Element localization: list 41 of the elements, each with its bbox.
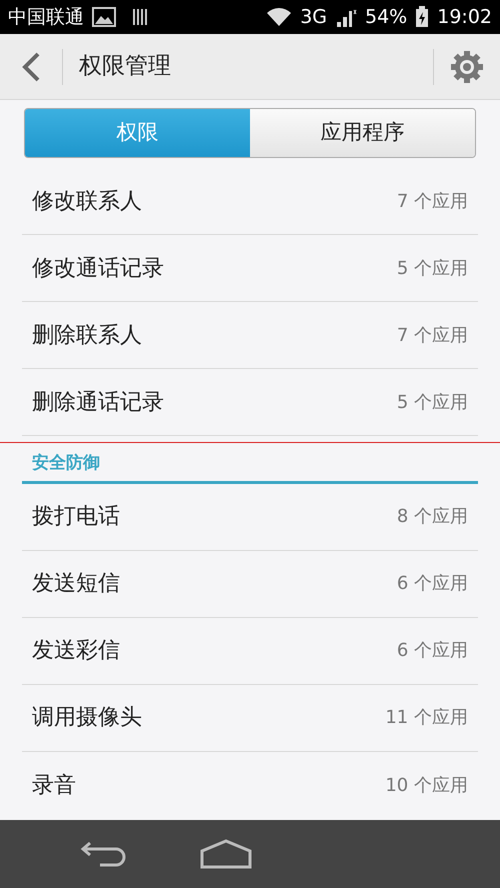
carrier-name: 中国联通 (8, 4, 84, 30)
app-count: 8 个应用 (396, 505, 468, 529)
app-count: 7 个应用 (396, 324, 468, 348)
permission-row[interactable]: 修改通话记录 5 个应用 (22, 235, 478, 302)
permission-row[interactable]: 删除通话记录 5 个应用 (22, 369, 478, 436)
settings-button[interactable] (450, 50, 484, 84)
permission-row[interactable]: 拨打电话 8 个应用 (22, 484, 478, 550)
section-header: 安全防御 (32, 453, 100, 473)
permission-name: 删除通话记录 (32, 388, 164, 416)
back-nav-button[interactable] (80, 839, 128, 869)
permission-name: 发送彩信 (32, 637, 120, 665)
clock-time: 19:02 (437, 4, 492, 30)
app-count: 11 个应用 (385, 706, 468, 730)
permission-name: 修改通话记录 (32, 254, 164, 282)
app-count: 10 个应用 (385, 774, 468, 798)
tab[interactable]: 应用程序 (250, 109, 475, 157)
app-count: 5 个应用 (396, 256, 468, 280)
permission-name: 修改联系人 (32, 188, 142, 216)
app-count: 6 个应用 (396, 639, 468, 663)
barcode-icon (132, 7, 148, 27)
app-count: 6 个应用 (396, 572, 468, 596)
permission-row[interactable]: 录音 10 个应用 (22, 752, 478, 818)
home-button[interactable] (200, 839, 252, 869)
app-count: 7 个应用 (396, 190, 468, 214)
permission-row[interactable]: 删除联系人 7 个应用 (22, 302, 478, 369)
wifi-icon (266, 7, 292, 27)
page-title: 权限管理 (79, 52, 172, 82)
battery-percentage: 54% (365, 4, 408, 30)
permission-row[interactable]: 发送彩信 6 个应用 (22, 618, 478, 684)
permission-name: 发送短信 (32, 570, 120, 598)
permission-name: 录音 (32, 772, 76, 800)
permission-row[interactable]: 发送短信 6 个应用 (22, 550, 478, 618)
permission-row[interactable]: 修改联系人 7 个应用 (22, 168, 478, 235)
permission-name: 删除联系人 (32, 322, 142, 350)
permission-name: 调用摄像头 (32, 704, 142, 732)
permission-name: 拨打电话 (32, 503, 120, 531)
permission-row[interactable]: 调用摄像头 11 个应用 (22, 684, 478, 752)
battery-charging-icon (415, 6, 430, 28)
app-count: 5 个应用 (396, 390, 468, 414)
image-icon (92, 7, 116, 27)
network-type: 3G (300, 4, 327, 30)
